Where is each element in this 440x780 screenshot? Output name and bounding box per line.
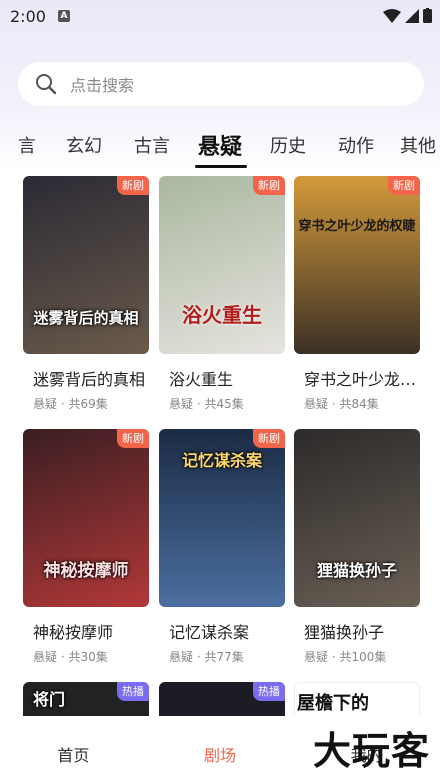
tab-category[interactable]: 动作 [338, 132, 374, 158]
watermark-logo: 大玩客 [312, 729, 430, 773]
nav-theater[interactable]: 剧场 [147, 716, 294, 780]
drama-card[interactable]: 记忆谋杀案 新剧 记忆谋杀案 悬疑 · 共77集 [159, 429, 285, 665]
drama-title: 浴火重生 [169, 370, 234, 389]
tab-category[interactable]: 其他 [400, 132, 436, 158]
drama-title: 神秘按摩师 [33, 623, 114, 642]
category-tabs: 言 玄幻 古言 悬疑 历史 动作 其他 [0, 122, 440, 170]
drama-poster[interactable]: 迷雾背后的真相 新剧 [23, 176, 149, 354]
drama-title: 记忆谋杀案 [169, 623, 250, 642]
drama-poster[interactable]: 穿书之叶少龙的权睫 新剧 [294, 176, 420, 354]
poster-title: 记忆谋杀案 [181, 451, 262, 470]
drama-card[interactable]: 狸猫换孙子 狸猫换孙子 悬疑 · 共100集 [294, 429, 420, 665]
drama-poster[interactable]: 浴火重生 新剧 [159, 176, 285, 354]
poster-title: 屋檐下的 [297, 693, 369, 714]
drama-meta: 悬疑 · 共69集 [33, 397, 108, 411]
drama-card[interactable]: 神秘按摩师 新剧 神秘按摩师 悬疑 · 共30集 [23, 429, 149, 665]
drama-title: 迷雾背后的真相 [33, 370, 146, 389]
poster-title: 穿书之叶少龙的权睫 [298, 219, 416, 234]
tab-category-active[interactable]: 悬疑 [198, 129, 242, 161]
drama-card[interactable]: 浴火重生 新剧 浴火重生 悬疑 · 共45集 [159, 176, 285, 412]
drama-poster[interactable]: 记忆谋杀案 新剧 [159, 429, 285, 607]
poster-title: 神秘按摩师 [43, 561, 129, 581]
notification-icon: A [57, 10, 70, 22]
search-icon [36, 74, 57, 95]
hot-badge: 热播 [253, 682, 285, 701]
drama-meta: 悬疑 · 共84集 [304, 397, 379, 411]
drama-meta: 悬疑 · 共30集 [33, 650, 108, 664]
new-badge: 新剧 [253, 176, 285, 195]
signal-icon [405, 8, 419, 23]
drama-poster[interactable]: 神秘按摩师 新剧 [23, 429, 149, 607]
new-badge: 新剧 [253, 429, 285, 448]
tab-category[interactable]: 言 [18, 132, 36, 158]
hot-badge: 热播 [117, 682, 149, 701]
new-badge: 新剧 [117, 429, 149, 448]
battery-icon [423, 8, 432, 23]
drama-meta: 悬疑 · 共77集 [169, 650, 244, 664]
poster-image [294, 176, 420, 354]
poster-title: 浴火重生 [182, 303, 262, 327]
drama-card[interactable]: 穿书之叶少龙的权睫 新剧 穿书之叶少龙的权睫 悬疑 · 共84集 [294, 176, 420, 412]
new-badge: 新剧 [117, 176, 149, 195]
status-bar: 2:00 A [0, 0, 440, 32]
drama-card[interactable]: 迷雾背后的真相 新剧 迷雾背后的真相 悬疑 · 共69集 [23, 176, 149, 412]
new-badge: 新剧 [388, 176, 420, 195]
drama-poster[interactable]: 狸猫换孙子 [294, 429, 420, 607]
active-tab-indicator [195, 165, 247, 168]
poster-title: 迷雾背后的真相 [33, 309, 139, 327]
nav-home[interactable]: 首页 [0, 716, 147, 780]
drama-title: 狸猫换孙子 [304, 623, 385, 642]
drama-title: 穿书之叶少龙的权睫 [304, 370, 420, 389]
status-icons [383, 8, 432, 23]
search-placeholder: 点击搜索 [70, 76, 135, 95]
status-time: 2:00 [10, 6, 46, 26]
drama-meta: 悬疑 · 共100集 [304, 650, 387, 664]
tab-category[interactable]: 玄幻 [66, 132, 102, 158]
poster-title: 狸猫换孙子 [316, 561, 397, 580]
wifi-icon [383, 8, 401, 23]
search-bar[interactable]: 点击搜索 [18, 62, 424, 106]
drama-meta: 悬疑 · 共45集 [169, 397, 244, 411]
tab-category[interactable]: 历史 [270, 132, 306, 158]
tab-category[interactable]: 古言 [134, 132, 170, 158]
